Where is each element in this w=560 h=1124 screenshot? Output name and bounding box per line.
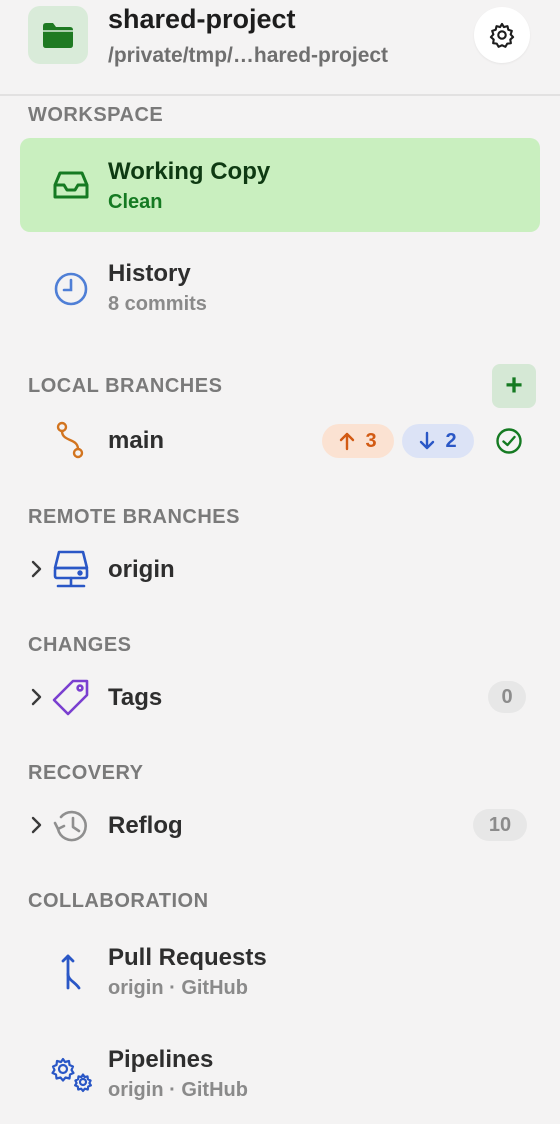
tags-count-badge: 0 bbox=[488, 681, 526, 713]
settings-button[interactable] bbox=[474, 7, 530, 63]
branch-icon bbox=[52, 420, 88, 460]
history-restore-icon bbox=[52, 806, 92, 846]
server-icon bbox=[52, 548, 90, 590]
reflog-label: Reflog bbox=[108, 812, 183, 839]
arrow-up-icon bbox=[340, 432, 355, 451]
section-remote-branches: REMOTE BRANCHES bbox=[28, 506, 240, 528]
section-workspace: WORKSPACE bbox=[28, 104, 164, 126]
reflog-count-badge: 10 bbox=[473, 809, 527, 841]
behind-badge: 2 bbox=[402, 424, 474, 458]
pull-requests-item[interactable]: Pull Requests origin · GitHub bbox=[0, 934, 560, 1014]
tag-icon bbox=[50, 676, 92, 718]
tray-icon bbox=[50, 168, 92, 202]
history-item[interactable]: History 8 commits bbox=[0, 250, 560, 334]
folder-icon bbox=[43, 23, 73, 48]
working-copy-item[interactable]: Working Copy Clean bbox=[20, 138, 540, 232]
pull-requests-title: Pull Requests bbox=[108, 944, 267, 971]
add-branch-button[interactable]: + bbox=[492, 364, 536, 408]
section-local-branches: LOCAL BRANCHES bbox=[28, 375, 223, 397]
clock-icon bbox=[52, 270, 90, 308]
pull-request-icon bbox=[56, 952, 88, 992]
section-recovery: RECOVERY bbox=[28, 762, 144, 784]
reflog-item[interactable]: Reflog 10 bbox=[0, 802, 560, 850]
pipelines-sub: origin · GitHub bbox=[108, 1079, 248, 1101]
working-copy-title: Working Copy bbox=[108, 158, 271, 185]
gear-icon bbox=[489, 22, 515, 48]
tags-item[interactable]: Tags 0 bbox=[0, 674, 560, 722]
branch-main-name: main bbox=[108, 427, 165, 454]
pull-requests-sub: origin · GitHub bbox=[108, 977, 248, 999]
ahead-count: 3 bbox=[365, 429, 377, 452]
remote-origin-item[interactable]: origin bbox=[0, 546, 560, 594]
working-copy-status: Clean bbox=[108, 191, 163, 213]
chevron-right-icon[interactable] bbox=[28, 557, 46, 583]
remote-origin-name: origin bbox=[108, 556, 175, 583]
chevron-right-icon[interactable] bbox=[28, 685, 46, 711]
pipelines-title: Pipelines bbox=[108, 1046, 214, 1073]
check-circle-icon bbox=[494, 426, 524, 456]
arrow-down-icon bbox=[420, 431, 435, 450]
pipelines-item[interactable]: Pipelines origin · GitHub bbox=[0, 1036, 560, 1116]
history-count: 8 commits bbox=[108, 293, 207, 315]
history-title: History bbox=[108, 260, 191, 287]
tags-label: Tags bbox=[108, 684, 163, 711]
behind-count: 2 bbox=[445, 429, 457, 452]
section-changes: CHANGES bbox=[28, 634, 132, 656]
project-path: /private/tmp/…hared-project bbox=[108, 44, 389, 67]
chevron-right-icon[interactable] bbox=[28, 813, 46, 839]
branch-main-item[interactable]: main 3 2 bbox=[0, 418, 560, 466]
sidebar-header: shared-project /private/tmp/…hared-proje… bbox=[0, 0, 560, 96]
ahead-badge: 3 bbox=[322, 424, 394, 458]
project-title: shared-project bbox=[108, 4, 296, 34]
gears-icon bbox=[48, 1054, 96, 1094]
section-collaboration: COLLABORATION bbox=[28, 890, 209, 912]
plus-icon: + bbox=[505, 369, 523, 402]
project-folder-badge[interactable] bbox=[28, 6, 88, 64]
